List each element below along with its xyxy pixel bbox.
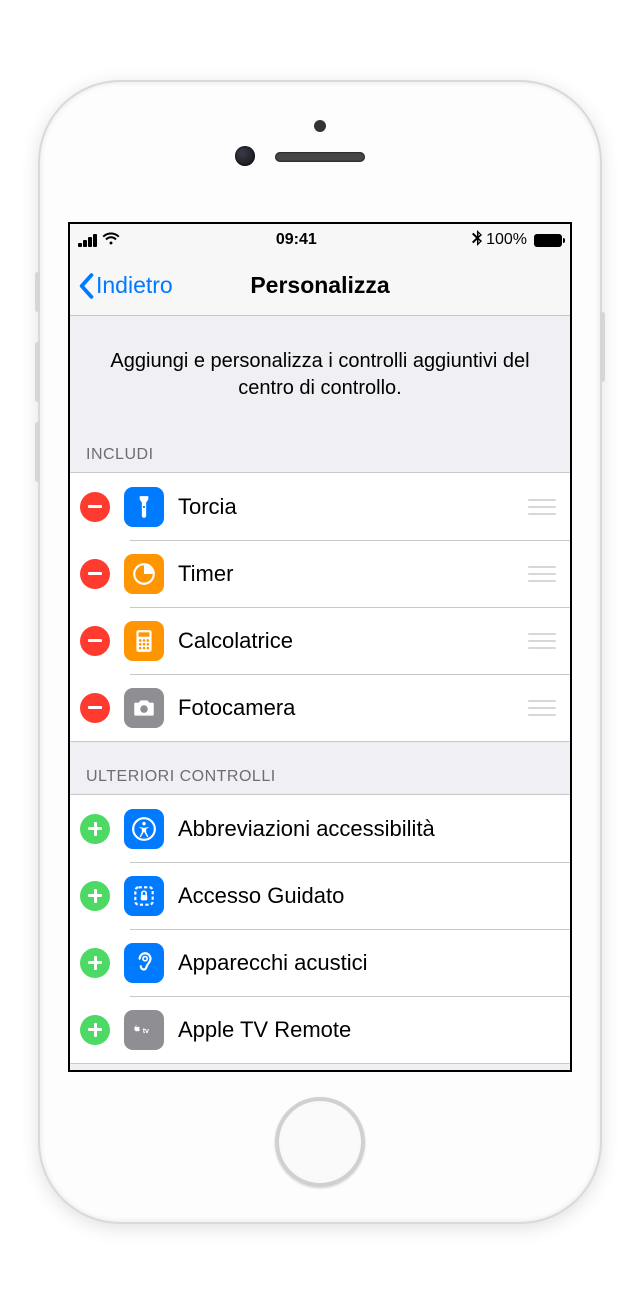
battery-icon — [531, 234, 562, 247]
timer-icon — [124, 554, 164, 594]
reorder-handle[interactable] — [528, 499, 556, 515]
section-header-include: INCLUDI — [70, 436, 570, 472]
screen: 09:41 100% Indietro Personalizza Aggiung… — [68, 222, 572, 1072]
home-button[interactable] — [275, 1097, 365, 1187]
cellular-signal-icon — [78, 233, 97, 247]
add-button[interactable] — [80, 948, 110, 978]
more-list: Abbreviazioni accessibilità Accesso Guid… — [70, 794, 570, 1064]
add-button[interactable] — [80, 881, 110, 911]
row-accessibilita[interactable]: Abbreviazioni accessibilità — [70, 795, 570, 862]
wifi-icon — [101, 231, 121, 250]
bluetooth-icon — [472, 230, 482, 251]
row-fotocamera[interactable]: Fotocamera — [70, 674, 570, 741]
svg-text:tv: tv — [143, 1027, 149, 1035]
earpiece-speaker — [275, 152, 365, 162]
remove-button[interactable] — [80, 492, 110, 522]
iphone-device-frame: 09:41 100% Indietro Personalizza Aggiung… — [40, 82, 600, 1222]
guided-access-icon — [124, 876, 164, 916]
row-label: Apparecchi acustici — [178, 950, 556, 976]
row-apple-tv-remote[interactable]: tv Apple TV Remote — [70, 996, 570, 1063]
hearing-icon — [124, 943, 164, 983]
row-label: Accesso Guidato — [178, 883, 556, 909]
row-apparecchi-acustici[interactable]: Apparecchi acustici — [70, 929, 570, 996]
row-label: Fotocamera — [178, 695, 528, 721]
front-camera — [235, 146, 255, 166]
volume-up-button — [35, 342, 40, 402]
row-label: Calcolatrice — [178, 628, 528, 654]
remove-button[interactable] — [80, 626, 110, 656]
section-header-more: ULTERIORI CONTROLLI — [70, 742, 570, 794]
appletv-icon: tv — [124, 1010, 164, 1050]
intro-text: Aggiungi e personalizza i controlli aggi… — [70, 316, 570, 436]
calculator-icon — [124, 621, 164, 661]
row-label: Apple TV Remote — [178, 1017, 556, 1043]
row-label: Timer — [178, 561, 528, 587]
power-button — [600, 312, 605, 382]
status-bar: 09:41 100% — [70, 224, 570, 256]
volume-down-button — [35, 422, 40, 482]
back-label: Indietro — [96, 272, 173, 299]
flashlight-icon — [124, 487, 164, 527]
battery-percentage: 100% — [486, 231, 527, 249]
mute-switch — [35, 272, 40, 312]
row-label: Torcia — [178, 494, 528, 520]
status-time: 09:41 — [276, 231, 317, 249]
row-accesso-guidato[interactable]: Accesso Guidato — [70, 862, 570, 929]
reorder-handle[interactable] — [528, 700, 556, 716]
remove-button[interactable] — [80, 559, 110, 589]
row-torcia[interactable]: Torcia — [70, 473, 570, 540]
sensor-dot — [314, 120, 326, 132]
navigation-bar: Indietro Personalizza — [70, 256, 570, 316]
reorder-handle[interactable] — [528, 566, 556, 582]
add-button[interactable] — [80, 1015, 110, 1045]
reorder-handle[interactable] — [528, 633, 556, 649]
camera-icon — [124, 688, 164, 728]
row-timer[interactable]: Timer — [70, 540, 570, 607]
add-button[interactable] — [80, 814, 110, 844]
back-button[interactable]: Indietro — [78, 272, 173, 299]
row-calcolatrice[interactable]: Calcolatrice — [70, 607, 570, 674]
include-list: Torcia Timer Calcolatrice — [70, 472, 570, 742]
accessibility-icon — [124, 809, 164, 849]
row-label: Abbreviazioni accessibilità — [178, 816, 556, 842]
remove-button[interactable] — [80, 693, 110, 723]
